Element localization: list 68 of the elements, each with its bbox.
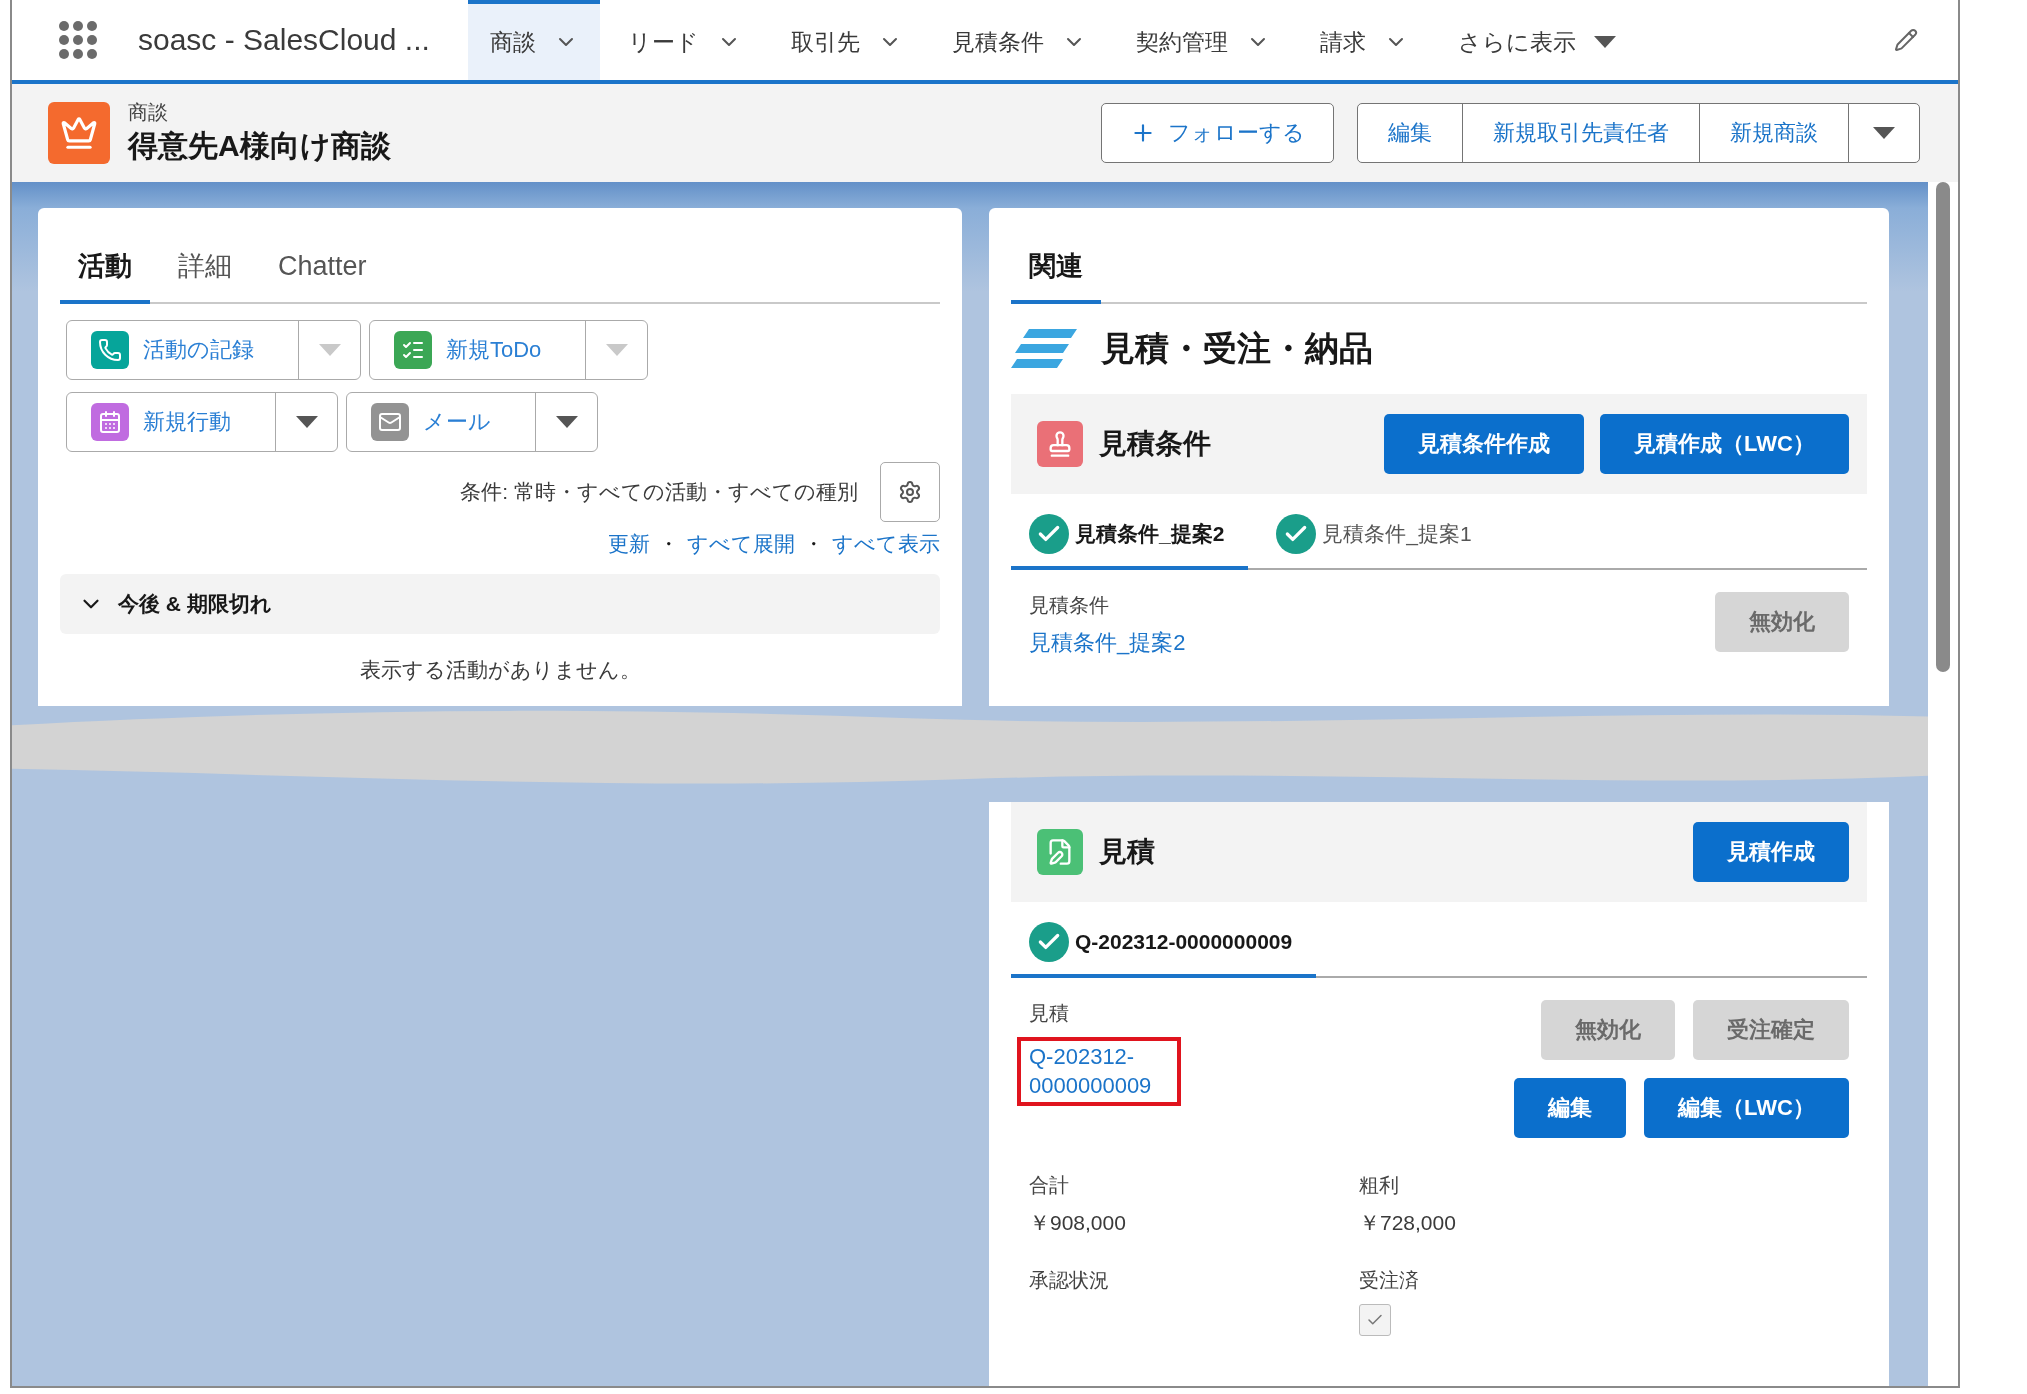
check-icon	[1029, 922, 1069, 962]
field-label: 見積条件	[1029, 593, 1109, 618]
action-button[interactable]: 編集	[1514, 1078, 1627, 1138]
app-launcher-icon[interactable]	[58, 20, 98, 60]
nav-tab[interactable]: さらに表示	[1436, 0, 1638, 80]
filter-text: 条件: 常時・すべての活動・すべての種別	[460, 479, 858, 505]
nav-tab[interactable]: 取引先	[769, 0, 924, 80]
nav-tab[interactable]: 契約管理	[1114, 0, 1292, 80]
separator: ・	[803, 531, 824, 557]
record-tab[interactable]: 見積条件_提案2	[1011, 506, 1249, 570]
related-heading: 見積・受注・納品	[1101, 328, 1373, 369]
more-actions-button[interactable]	[1848, 103, 1920, 163]
action-button[interactable]: 新規取引先責任者	[1462, 103, 1700, 163]
settings-icon	[898, 480, 922, 504]
action-button[interactable]: 見積条件作成	[1384, 414, 1585, 474]
caret-icon	[555, 416, 578, 428]
field-value: ￥728,000	[1359, 1210, 1456, 1236]
crown-icon	[48, 102, 110, 164]
action-button[interactable]: 新規商談	[1699, 103, 1849, 163]
field-label: 合計	[1029, 1173, 1069, 1198]
record-tab[interactable]: Q-202312-0000000009	[1011, 914, 1317, 978]
caret-icon	[605, 344, 628, 356]
section-title: 見積	[1099, 835, 1156, 869]
app-name: soasc - SalesCloud ...	[138, 23, 431, 57]
nav-tab[interactable]: 請求	[1298, 0, 1430, 80]
stacked-lines-icon	[1011, 329, 1077, 369]
action-button[interactable]: 編集（LWC）	[1644, 1078, 1849, 1138]
caret-icon	[295, 416, 318, 428]
caret-icon	[1873, 127, 1895, 139]
link[interactable]: 更新	[608, 530, 650, 558]
action-button[interactable]: 見積作成（LWC）	[1600, 414, 1849, 474]
separator: ・	[658, 531, 679, 557]
quick-action-button[interactable]: 新規行動	[67, 393, 275, 451]
caret-icon	[318, 344, 341, 356]
settings-button[interactable]	[880, 462, 940, 522]
empty-message: 表示する活動がありません。	[358, 657, 642, 683]
field-value: ￥908,000	[1029, 1210, 1126, 1236]
nav-tab[interactable]: 商談	[468, 0, 600, 80]
tab[interactable]: 関連	[1011, 226, 1101, 304]
field-label: 見積	[1029, 1001, 1069, 1026]
field-label: 粗利	[1359, 1173, 1399, 1198]
quick-action-button[interactable]: 活動の記録	[67, 321, 298, 379]
field-label: 承認状況	[1029, 1268, 1109, 1293]
section-title: 見積条件	[1099, 427, 1212, 461]
follow-button[interactable]: フォローする	[1101, 103, 1334, 163]
record-link[interactable]: 見積条件_提案2	[1029, 629, 1186, 658]
link[interactable]: すべて表示	[832, 530, 940, 558]
record-title: 得意先A様向け商談	[128, 128, 392, 164]
scrollbar-thumb[interactable]	[1936, 182, 1950, 672]
quick-action-button[interactable]: メール	[347, 393, 535, 451]
action-button[interactable]: 編集	[1357, 103, 1463, 163]
nav-tab[interactable]: 見積条件	[930, 0, 1108, 80]
section-toggle[interactable]: 今後 & 期限切れ	[60, 574, 940, 634]
field-label: 受注済	[1359, 1268, 1419, 1293]
nav-tab[interactable]: リード	[606, 0, 763, 80]
tab[interactable]: 詳細	[160, 226, 250, 304]
record-tab[interactable]: 見積条件_提案1	[1258, 506, 1496, 570]
link[interactable]: すべて展開	[687, 530, 795, 558]
tab[interactable]: 活動	[60, 226, 150, 304]
edit-icon[interactable]	[1894, 28, 1918, 52]
caret-icon	[1594, 36, 1616, 48]
tab[interactable]: Chatter	[260, 226, 385, 304]
check-icon	[1276, 514, 1317, 554]
quick-action-button[interactable]: 新規ToDo	[370, 321, 586, 379]
action-button[interactable]: 見積作成	[1693, 822, 1849, 882]
record-link[interactable]: Q-202312-0000000009	[1029, 1043, 1169, 1101]
object-label: 商談	[128, 100, 169, 125]
check-icon	[1029, 514, 1069, 554]
